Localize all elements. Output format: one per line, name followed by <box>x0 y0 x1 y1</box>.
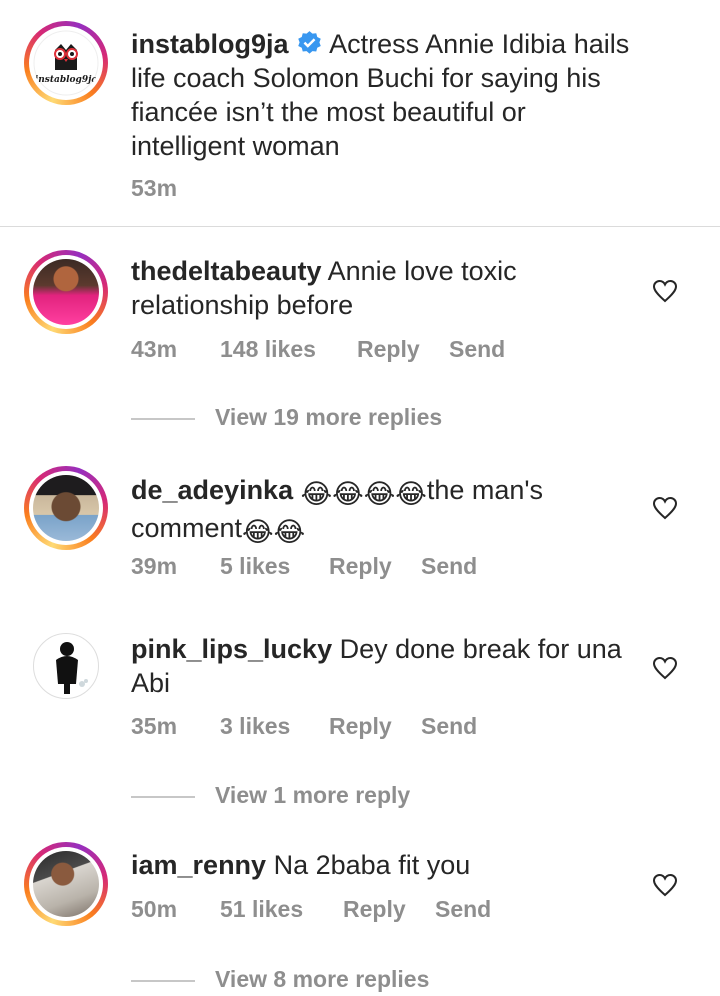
comment-username[interactable]: iam_renny <box>131 850 266 880</box>
send-button[interactable]: Send <box>435 896 491 923</box>
view-more-line <box>131 795 195 798</box>
comment-body: Na 2baba fit you <box>273 850 471 880</box>
heart-icon[interactable] <box>652 873 678 897</box>
heart-icon[interactable] <box>652 496 678 520</box>
comment-item: pink_lips_lucky Dey done break for una A… <box>0 600 720 825</box>
comment-username[interactable]: pink_lips_lucky <box>131 634 332 664</box>
comment-item: de_adeyinka 😂😂😂😂the man's comment😂😂 39m … <box>0 443 720 598</box>
send-button[interactable]: Send <box>421 553 477 580</box>
tears-of-joy-emoji: 😂😂😂😂 <box>300 479 427 509</box>
view-more-line <box>131 979 195 982</box>
comment-text: thedeltabeauty Annie love toxic relation… <box>131 254 631 322</box>
comment-username[interactable]: thedeltabeauty <box>131 256 322 286</box>
likes-count[interactable]: 51 likes <box>220 896 303 923</box>
heart-icon[interactable] <box>652 656 678 680</box>
view-more-replies[interactable]: View 19 more replies <box>131 404 442 431</box>
post-avatar[interactable]: instablog9ja <box>24 21 108 105</box>
send-button[interactable]: Send <box>421 713 477 740</box>
likes-count[interactable]: 5 likes <box>220 553 290 580</box>
post-username[interactable]: instablog9ja <box>131 29 289 59</box>
comment-time: 39m <box>131 553 178 579</box>
tears-of-joy-emoji: 😂😂 <box>242 517 306 547</box>
view-more-replies[interactable]: View 8 more replies <box>131 966 429 993</box>
post-header: instablog9ja instablog9ja Actress Annie … <box>0 0 720 226</box>
reply-button[interactable]: Reply <box>343 896 406 923</box>
avatar-silhouette-icon <box>56 642 88 694</box>
verified-badge-icon <box>298 31 321 54</box>
reply-button[interactable]: Reply <box>329 713 392 740</box>
post-time: 53m <box>131 175 178 201</box>
likes-count[interactable]: 148 likes <box>220 336 316 363</box>
comment-time: 35m <box>131 713 178 739</box>
send-button[interactable]: Send <box>449 336 505 363</box>
comment-time: 50m <box>131 896 178 922</box>
avatar[interactable] <box>24 250 108 334</box>
comment-username[interactable]: de_adeyinka <box>131 475 293 505</box>
comment-text: pink_lips_lucky Dey done break for una A… <box>131 632 631 700</box>
reply-button[interactable]: Reply <box>357 336 420 363</box>
reply-button[interactable]: Reply <box>329 553 392 580</box>
comment-text: iam_renny Na 2baba fit you <box>131 848 631 882</box>
view-more-line <box>131 417 195 420</box>
comment-item: iam_renny Na 2baba fit you 50m 51 likes … <box>0 826 720 996</box>
post-caption: instablog9ja Actress Annie Idibia hails … <box>131 27 631 163</box>
comment-item: thedeltabeauty Annie love toxic relation… <box>0 227 720 442</box>
view-more-replies[interactable]: View 1 more reply <box>131 782 410 809</box>
svg-text:instablog9ja: instablog9ja <box>35 75 98 85</box>
likes-count[interactable]: 3 likes <box>220 713 290 740</box>
avatar[interactable] <box>24 624 108 708</box>
instablog9ja-logo-icon: instablog9ja <box>33 30 99 96</box>
avatar[interactable] <box>24 842 108 926</box>
comment-text: de_adeyinka 😂😂😂😂the man's comment😂😂 <box>131 473 631 549</box>
avatar[interactable] <box>24 466 108 550</box>
heart-icon[interactable] <box>652 279 678 303</box>
comment-time: 43m <box>131 336 178 362</box>
